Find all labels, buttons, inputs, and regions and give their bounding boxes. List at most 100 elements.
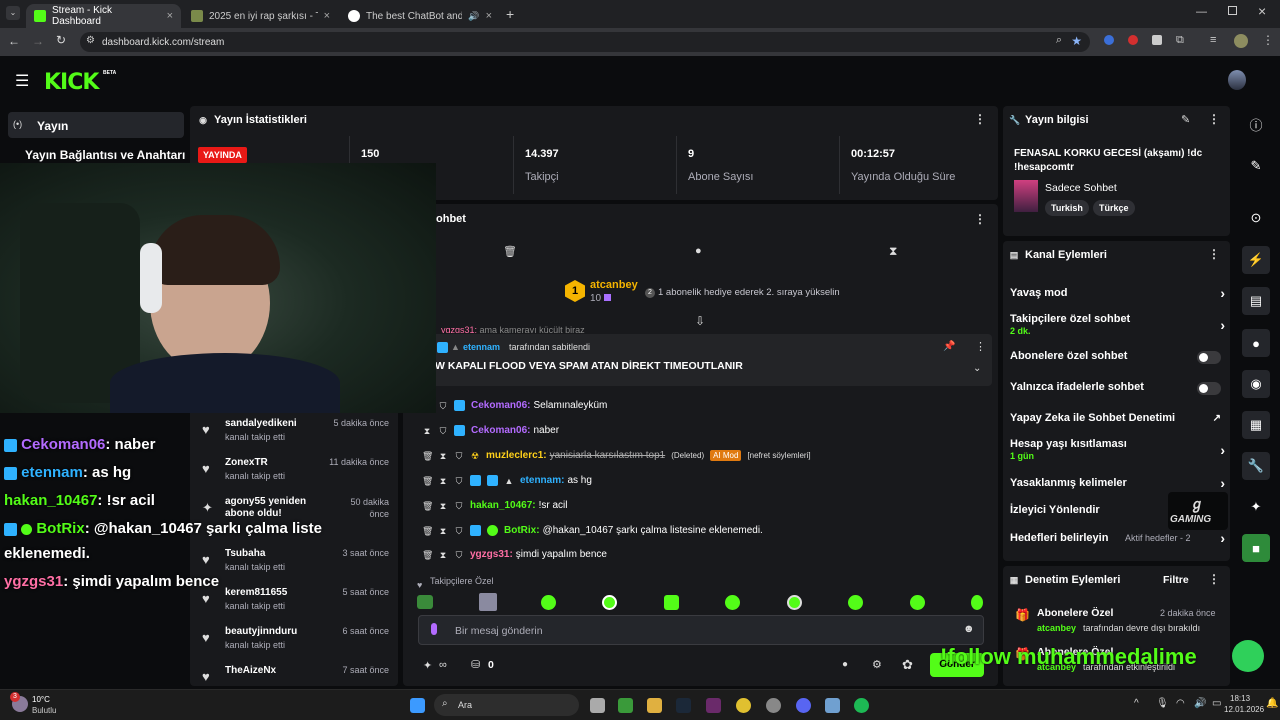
chat-input[interactable]: Bir mesaj gönderin ☻ bbox=[418, 615, 984, 645]
gift-user[interactable]: atcanbey bbox=[590, 279, 638, 291]
infinity-icon[interactable]: ∞ bbox=[439, 659, 447, 671]
channel-action-item[interactable]: Yavaş mod › bbox=[1010, 285, 1225, 301]
url-field[interactable]: ⚙ dashboard.kick.com/stream ⌕ ★ bbox=[80, 32, 1090, 52]
tab-close-icon[interactable]: × bbox=[486, 10, 492, 22]
pinned-by-user[interactable]: etennam bbox=[463, 342, 500, 352]
kick-logo[interactable]: KICK bbox=[44, 70, 99, 95]
pin-icon[interactable]: 📌 bbox=[943, 341, 955, 352]
lightning-icon[interactable]: ⚡ bbox=[1242, 246, 1270, 274]
extension-2-icon[interactable] bbox=[1128, 35, 1138, 45]
emote-icon[interactable] bbox=[787, 595, 802, 610]
volume-icon[interactable]: 🔊 bbox=[1194, 698, 1206, 709]
clock-date[interactable]: 12.01.2026 bbox=[1224, 705, 1264, 714]
info-menu-icon[interactable]: ⋮ bbox=[1208, 112, 1220, 126]
category-thumbnail[interactable] bbox=[1014, 180, 1038, 212]
feed-item[interactable]: ♥ Tsubaha kanalı takip etti 3 saat önce bbox=[200, 548, 395, 586]
feed-item[interactable]: ♥ sandalyedikeni kanalı takip etti 5 dakika… bbox=[200, 418, 395, 456]
channel-action-item[interactable]: Yasaklanmış kelimeler › bbox=[1010, 475, 1225, 491]
server-icon[interactable]: ▦ bbox=[1242, 411, 1270, 439]
chat-bubble-icon[interactable]: ● bbox=[695, 245, 702, 257]
trash-icon[interactable]: 🗑 bbox=[422, 476, 433, 486]
hourglass-icon[interactable]: ⧗ bbox=[438, 451, 448, 461]
chat-message[interactable]: ⧗ ⛉ Cekoman06: naber bbox=[422, 425, 559, 436]
emote-icon[interactable] bbox=[479, 593, 497, 611]
category-name[interactable]: Sadece Sohbet bbox=[1045, 182, 1117, 194]
tab-close-icon[interactable]: × bbox=[324, 10, 330, 22]
chat-username[interactable]: ygzgs31: bbox=[470, 549, 513, 560]
scroll-down-icon[interactable]: ⇩ bbox=[695, 314, 705, 328]
chat-username[interactable]: Cekoman06: bbox=[471, 400, 530, 411]
wifi-icon[interactable]: ◠ bbox=[1176, 698, 1185, 709]
emote-icon[interactable] bbox=[417, 595, 433, 609]
chevron-right-icon[interactable]: › bbox=[1220, 285, 1225, 301]
close-window-icon[interactable]: × bbox=[1258, 3, 1266, 19]
chat-message[interactable]: 🗑 ⧗ ⛉ ☢ muzleclerc1: yanisiarla karsılastım t… bbox=[422, 450, 811, 461]
hourglass-icon[interactable]: ⧗ bbox=[438, 526, 448, 536]
info-icon[interactable]: ⓘ bbox=[1242, 110, 1270, 138]
wrench-icon[interactable]: 🔧 bbox=[1242, 452, 1270, 480]
chat-username[interactable]: muzleclerc1: bbox=[486, 450, 547, 461]
chevron-down-icon[interactable]: ⌄ bbox=[973, 363, 981, 374]
shield-icon[interactable]: ⛉ bbox=[454, 476, 464, 486]
document-icon[interactable]: ▤ bbox=[1242, 287, 1270, 315]
tab-tier-list[interactable]: 2025 en iyi rap şarkısı - Tier List × bbox=[183, 4, 338, 28]
minimize-icon[interactable]: — bbox=[1196, 6, 1207, 18]
chrome-icon[interactable] bbox=[736, 698, 751, 713]
feed-username[interactable]: kerem811655 bbox=[225, 587, 287, 598]
zoom-icon[interactable]: ⌕ bbox=[1056, 34, 1062, 47]
notification-icon[interactable]: 🔔 bbox=[1266, 698, 1278, 709]
sidebar-item-baglanti[interactable]: Yayın Bağlantısı ve Anahtarı bbox=[25, 148, 185, 162]
settings-gear-icon[interactable]: ⚙ bbox=[872, 658, 882, 671]
feed-item[interactable]: ♥ beautyjinnduru kanalı takip etti 6 saat ö… bbox=[200, 626, 395, 664]
chevron-right-icon[interactable]: › bbox=[1220, 475, 1225, 491]
audio-playing-icon[interactable]: 🔊 bbox=[468, 11, 479, 22]
trash-icon[interactable]: 🗑 bbox=[422, 501, 433, 511]
extension-3-icon[interactable] bbox=[1152, 35, 1162, 45]
tab-chatbot[interactable]: The best ChatBot and Widg 🔊 × bbox=[340, 4, 500, 28]
extension-1-icon[interactable] bbox=[1104, 35, 1114, 45]
tray-chevron-icon[interactable]: ^ bbox=[1134, 698, 1139, 709]
extensions-puzzle-icon[interactable]: ⧉ bbox=[1176, 34, 1184, 47]
external-link-icon[interactable]: ↗ bbox=[1213, 413, 1221, 424]
emoji-picker-icon[interactable]: ☻ bbox=[963, 623, 975, 635]
emote-icon[interactable] bbox=[848, 595, 863, 610]
hamburger-menu-icon[interactable]: ☰ bbox=[15, 71, 29, 91]
task-view-icon[interactable] bbox=[590, 698, 605, 713]
feed-username[interactable]: beautyjinnduru bbox=[225, 626, 297, 637]
toggle-switch[interactable] bbox=[1197, 382, 1221, 395]
spotify-icon[interactable] bbox=[854, 698, 869, 713]
app-icon[interactable] bbox=[766, 698, 781, 713]
broadcast-icon[interactable]: ◉ bbox=[1242, 370, 1270, 398]
shield-icon[interactable]: ⛉ bbox=[454, 501, 464, 511]
discord-icon[interactable] bbox=[796, 698, 811, 713]
hourglass-icon[interactable]: ⧗ bbox=[889, 244, 897, 259]
back-icon[interactable]: ← bbox=[8, 34, 20, 48]
hourglass-icon[interactable]: ⧗ bbox=[438, 476, 448, 486]
maximize-icon[interactable] bbox=[1228, 6, 1237, 15]
chat-username[interactable]: BotRix: bbox=[504, 525, 540, 536]
app-icon[interactable] bbox=[825, 698, 840, 713]
site-info-icon[interactable]: ⚙ bbox=[86, 35, 95, 46]
toggle-switch[interactable] bbox=[1197, 351, 1221, 364]
taskbar-search[interactable]: ⌕ Ara bbox=[434, 694, 579, 716]
shield-icon[interactable]: ⛉ bbox=[454, 550, 464, 560]
shield-icon[interactable]: ⛉ bbox=[438, 426, 448, 436]
file-explorer-icon[interactable] bbox=[647, 698, 662, 713]
reload-icon[interactable]: ↻ bbox=[56, 33, 66, 47]
channel-action-item[interactable]: Yapay Zeka ile Sohbet Denetimi ↗ bbox=[1010, 412, 1225, 424]
actions-menu-icon[interactable]: ⋮ bbox=[1208, 247, 1220, 261]
pinned-menu-icon[interactable]: ⋮ bbox=[975, 340, 986, 353]
trash-icon[interactable]: 🗑 bbox=[503, 245, 517, 258]
shield-icon[interactable]: ⛉ bbox=[454, 526, 464, 536]
chat-menu-icon[interactable]: ⋮ bbox=[974, 212, 986, 226]
stats-menu-icon[interactable]: ⋮ bbox=[974, 112, 986, 126]
chat-username[interactable]: hakan_10467: bbox=[470, 500, 536, 511]
capture-icon[interactable]: ⊙ bbox=[1242, 204, 1270, 232]
chat-message[interactable]: 🗑 ⧗ ⛉ BotRix: @hakan_10467 şarkı çalma liste… bbox=[422, 525, 763, 536]
pointer-icon[interactable]: ✦ bbox=[1242, 493, 1270, 521]
bot-app-icon[interactable]: ■ bbox=[1242, 534, 1270, 562]
edit-icon[interactable]: ✎ bbox=[1242, 152, 1270, 180]
edit-pencil-icon[interactable]: ✎ bbox=[1181, 113, 1190, 126]
hourglass-icon[interactable]: ⧗ bbox=[438, 501, 448, 511]
chat-message[interactable]: ⧗⛉Cekoman06:Selamınaleyküm bbox=[422, 400, 607, 411]
